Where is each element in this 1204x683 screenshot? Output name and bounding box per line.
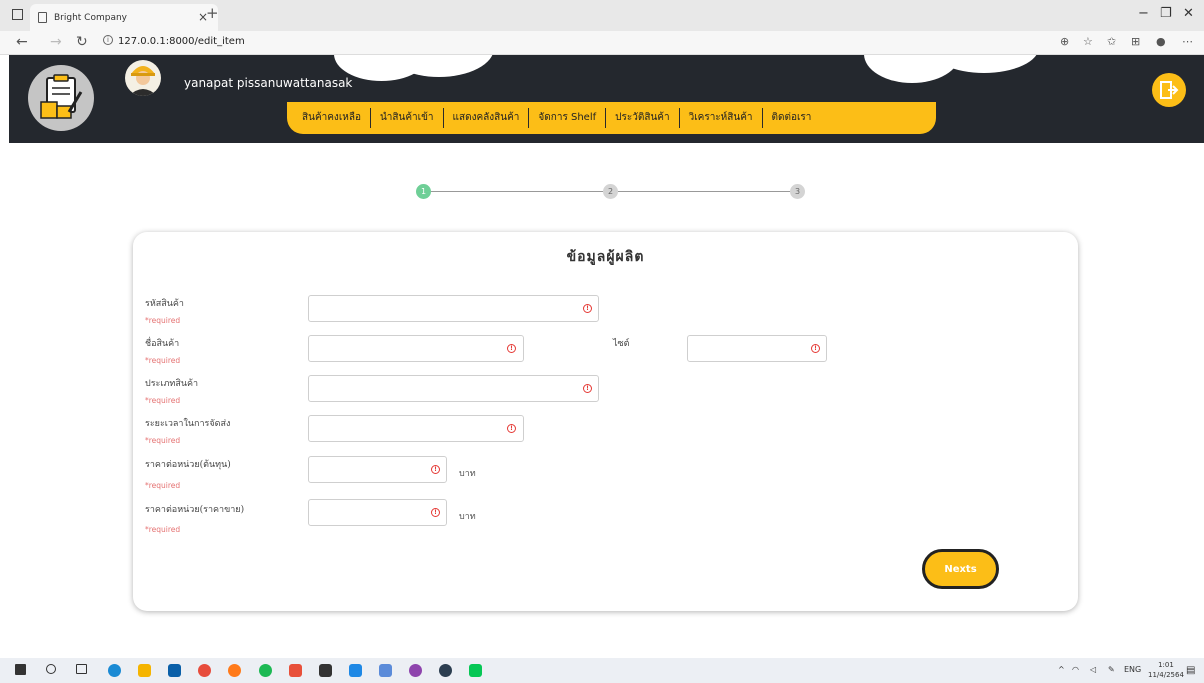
unit-price-input[interactable]: !	[308, 499, 447, 526]
app-icon[interactable]	[379, 664, 392, 677]
more-icon[interactable]: ⋯	[1182, 35, 1193, 48]
avatar[interactable]	[125, 60, 161, 96]
unit-price-label: ราคาต่อหน่วย(ราคาขาย)	[145, 505, 245, 515]
tab-actions-icon[interactable]	[12, 9, 23, 20]
tray-up-icon[interactable]: ^	[1058, 665, 1065, 674]
error-icon: !	[811, 344, 820, 353]
minimize-button[interactable]: −	[1138, 6, 1149, 21]
logout-button[interactable]	[1152, 73, 1186, 107]
line-icon[interactable]	[469, 664, 482, 677]
new-tab-button[interactable]: +	[206, 4, 219, 22]
form-title: ข้อมูลผู้ผลิต	[566, 249, 645, 265]
taskbar: ^ ◠ ◁ ✎ ENG 1:01 11/4/2564 ▤	[0, 658, 1204, 683]
product-name-label: ชื่อสินค้า	[145, 339, 180, 349]
step-3: 3	[790, 184, 805, 199]
required-note: *required	[145, 396, 181, 405]
browser-tab[interactable]: Bright Company ×	[30, 4, 218, 31]
delivery-time-label: ระยะเวลาในการจัดส่ง	[145, 419, 231, 429]
error-icon: !	[507, 424, 516, 433]
file-explorer-icon[interactable]	[138, 664, 151, 677]
product-name-input[interactable]: !	[308, 335, 524, 362]
browser-tab-bar: Bright Company × + − ❐ ✕	[0, 0, 1204, 31]
pen-icon[interactable]: ✎	[1108, 665, 1115, 674]
error-icon: !	[583, 304, 592, 313]
app-icon[interactable]	[409, 664, 422, 677]
error-icon: !	[507, 344, 516, 353]
steam-icon[interactable]	[439, 664, 452, 677]
unit-cost-unit: บาท	[459, 469, 476, 479]
language-indicator[interactable]: ENG	[1124, 665, 1141, 674]
close-window-button[interactable]: ✕	[1183, 6, 1194, 21]
profile-icon[interactable]: ●	[1156, 35, 1166, 48]
menu-item-inventory[interactable]: สินค้าคงเหลือ	[293, 108, 371, 128]
menu-item-contact[interactable]: ติดต่อเรา	[763, 108, 821, 128]
product-code-input[interactable]: !	[308, 295, 599, 322]
size-label: ไซต์	[613, 339, 630, 349]
restore-button[interactable]: ❐	[1160, 6, 1172, 21]
terminal-icon[interactable]	[319, 664, 332, 677]
menu-item-shelf[interactable]: จัดการ Shelf	[529, 108, 607, 128]
tab-title: Bright Company	[54, 12, 127, 23]
delivery-time-input[interactable]: !	[308, 415, 524, 442]
unit-cost-label: ราคาต่อหน่วย(ต้นทุน)	[145, 460, 231, 470]
error-icon: !	[431, 465, 440, 474]
main-menu: สินค้าคงเหลือ นำสินค้าเข้า แสดงคลังสินค้…	[287, 102, 936, 134]
step-1: 1	[416, 184, 431, 199]
address-bar: ← → ↻ i 127.0.0.1:8000/edit_item ⊕ ☆ ✩ ⊞…	[0, 31, 1204, 55]
menu-item-import[interactable]: นำสินค้าเข้า	[371, 108, 444, 128]
volume-icon[interactable]: ◁	[1090, 665, 1096, 674]
spotify-icon[interactable]	[259, 664, 272, 677]
step-connector	[618, 191, 790, 192]
product-type-label: ประเภทสินค้า	[145, 379, 199, 389]
app-header: yanapat pissanuwattanasak สินค้าคงเหลือ …	[9, 55, 1204, 143]
next-button[interactable]: Nexts	[922, 549, 999, 589]
required-note: *required	[145, 316, 181, 325]
notification-icon[interactable]: ▤	[1186, 665, 1195, 676]
xampp-icon[interactable]	[289, 664, 302, 677]
forward-icon[interactable]: →	[50, 34, 62, 50]
username: yanapat pissanuwattanasak	[184, 76, 353, 90]
form-card: ข้อมูลผู้ผลิต รหัสสินค้า *required ! ชื่…	[133, 232, 1078, 611]
start-icon[interactable]	[15, 664, 26, 675]
chrome-icon[interactable]	[198, 664, 211, 677]
error-icon: !	[583, 384, 592, 393]
edge-icon[interactable]	[108, 664, 121, 677]
menu-item-history[interactable]: ประวัติสินค้า	[606, 108, 680, 128]
unit-cost-input[interactable]: !	[308, 456, 447, 483]
store-icon[interactable]	[168, 664, 181, 677]
url-field[interactable]: 127.0.0.1:8000/edit_item	[118, 36, 245, 47]
required-note: *required	[145, 356, 181, 365]
menu-item-analysis[interactable]: วิเคราะห์สินค้า	[680, 108, 763, 128]
size-input[interactable]: !	[687, 335, 827, 362]
wifi-icon[interactable]: ◠	[1072, 665, 1079, 674]
product-type-input[interactable]: !	[308, 375, 599, 402]
favorite-icon[interactable]: ☆	[1083, 35, 1093, 48]
task-view-icon[interactable]	[76, 664, 87, 674]
logout-icon	[1160, 81, 1179, 99]
required-note: *required	[145, 525, 181, 534]
step-2: 2	[603, 184, 618, 199]
unit-price-unit: บาท	[459, 512, 476, 522]
product-code-label: รหัสสินค้า	[145, 299, 184, 309]
page-icon	[38, 12, 47, 23]
required-note: *required	[145, 481, 181, 490]
company-logo[interactable]	[28, 65, 94, 131]
menu-item-warehouse[interactable]: แสดงคลังสินค้า	[444, 108, 530, 128]
collections-icon[interactable]: ⊞	[1131, 35, 1140, 48]
required-note: *required	[145, 436, 181, 445]
zoom-icon[interactable]: ⊕	[1060, 35, 1069, 48]
clock[interactable]: 1:01 11/4/2564	[1148, 660, 1184, 680]
refresh-icon[interactable]: ↻	[76, 34, 88, 50]
back-icon[interactable]: ←	[16, 34, 28, 50]
clock-date: 11/4/2564	[1148, 671, 1184, 679]
site-info-icon[interactable]: i	[103, 35, 113, 45]
vscode-icon[interactable]	[349, 664, 362, 677]
step-connector	[431, 191, 603, 192]
firefox-icon[interactable]	[228, 664, 241, 677]
error-icon: !	[431, 508, 440, 517]
clock-time: 1:01	[1158, 661, 1174, 669]
favorites-bar-icon[interactable]: ✩	[1107, 35, 1116, 48]
search-icon[interactable]	[46, 664, 56, 674]
